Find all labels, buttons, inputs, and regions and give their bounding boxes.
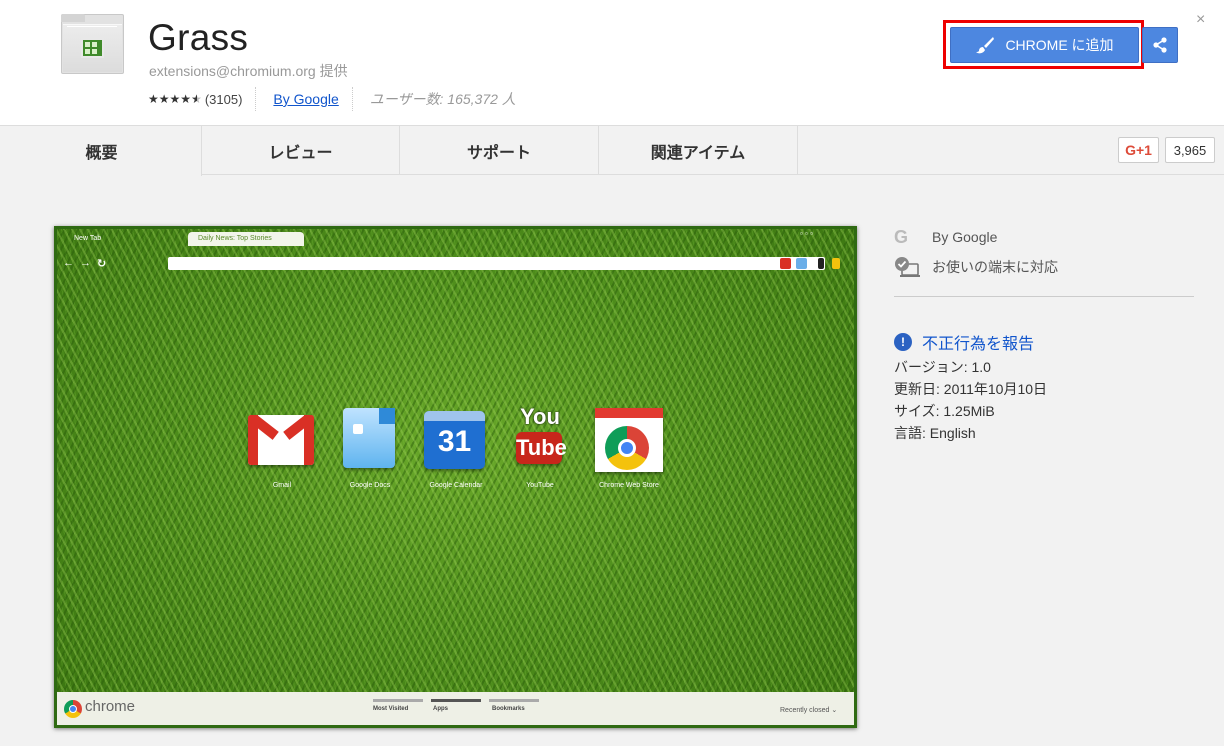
version-info: バージョン: 1.0 xyxy=(894,359,991,375)
report-abuse-link[interactable]: ! 不正行為を報告 xyxy=(894,330,1034,354)
by-google-link[interactable]: By Google xyxy=(273,91,338,107)
alert-icon: ! xyxy=(894,333,912,351)
gmail-mini-icon xyxy=(780,258,791,269)
gplus-count: 3,965 xyxy=(1165,137,1215,163)
ntp-footer: chrome Most Visited Apps Bookmarks Recen… xyxy=(57,692,854,725)
star-icon: ★ xyxy=(169,92,181,106)
star-icon: ★ xyxy=(158,92,170,106)
size-info: サイズ: 1.25MiB xyxy=(894,403,995,419)
recently-closed: Recently closed ⌄ xyxy=(780,707,838,714)
reload-icon: ↻ xyxy=(97,258,107,270)
app-label: Google Docs xyxy=(349,482,391,489)
add-button-label: CHROME に追加 xyxy=(1005,37,1114,53)
divider xyxy=(351,87,353,111)
app-label: YouTube xyxy=(526,482,554,489)
developer-name: By Google xyxy=(932,229,998,245)
close-icon[interactable]: × xyxy=(1196,11,1205,29)
browser-tab: New Tab xyxy=(74,235,102,242)
updated-info: 更新日: 2011年10月10日 xyxy=(894,381,1048,397)
theme-screenshot[interactable]: New Tab Daily News: Top Stories ▫ ▫ ▫ ← … xyxy=(54,226,857,728)
gplus-button[interactable]: G+1 xyxy=(1118,137,1159,163)
forward-icon: → xyxy=(80,257,91,269)
user-count: ユーザー数: 165,372 人 xyxy=(369,91,516,107)
grass-background xyxy=(57,229,854,725)
window-controls-icon: ▫ ▫ ▫ xyxy=(800,229,813,238)
divider xyxy=(255,87,257,111)
app-label: Google Calendar xyxy=(429,482,483,489)
store-page: Grass extensions@chromium.org 提供 ★ ★ ★ ★… xyxy=(0,0,1224,746)
app-label: Chrome Web Store xyxy=(599,482,659,489)
youtube-icon: You Tube xyxy=(514,404,567,468)
calendar-icon: 31 xyxy=(424,411,485,469)
chrome-logo-icon xyxy=(64,700,82,718)
ext-mini-icon xyxy=(818,258,824,269)
language-info: 言語: English xyxy=(894,425,976,441)
tab-support[interactable]: サポート xyxy=(400,126,599,175)
ntp-tab: Apps xyxy=(433,706,448,712)
extension-icon xyxy=(61,14,124,74)
ext-mini-icon xyxy=(796,258,807,269)
brush-icon xyxy=(976,37,995,54)
google-g-icon: G xyxy=(894,227,909,247)
gmail-icon xyxy=(248,415,314,465)
app-label: Gmail xyxy=(272,482,292,489)
add-to-chrome-button[interactable]: CHROME に追加 xyxy=(950,27,1139,63)
web-store-icon xyxy=(593,402,665,474)
extension-title: Grass xyxy=(148,17,249,58)
star-icon: ★ xyxy=(148,92,159,106)
ntp-tab: Bookmarks xyxy=(492,706,525,712)
star-rating[interactable]: ★ ★ ★ ★ ★ xyxy=(148,93,202,105)
detail-header: Grass extensions@chromium.org 提供 ★ ★ ★ ★… xyxy=(0,0,1224,126)
compat-text: お使いの端末に対応 xyxy=(932,259,1058,275)
developer-row: G By Google xyxy=(894,228,997,246)
provider-text: extensions@chromium.org 提供 xyxy=(149,63,348,79)
back-icon: ← xyxy=(63,257,74,269)
chrome-wordmark: chrome xyxy=(85,698,136,715)
browser-tab-active: Daily News: Top Stories xyxy=(188,232,304,246)
docs-icon xyxy=(343,408,395,468)
ntp-tab: Most Visited xyxy=(373,706,409,712)
half-star-icon: ★ xyxy=(191,92,202,106)
wrench-icon xyxy=(832,258,840,269)
omnibox xyxy=(168,257,825,270)
share-button[interactable] xyxy=(1142,27,1178,63)
star-icon: ★ xyxy=(180,92,192,106)
device-compatible-icon xyxy=(894,256,920,278)
compat-row: お使いの端末に対応 xyxy=(894,256,1058,278)
rating-count[interactable]: (3105) xyxy=(205,92,243,107)
rating-row: ★ ★ ★ ★ ★ (3105) By Google ユーザー数: 165,37… xyxy=(148,87,516,111)
divider xyxy=(894,296,1194,297)
tab-reviews[interactable]: レビュー xyxy=(202,126,400,175)
tab-related[interactable]: 関連アイテム xyxy=(599,126,798,175)
detail-tabs: 概要 レビュー サポート 関連アイテム xyxy=(2,126,1224,176)
tab-overview[interactable]: 概要 xyxy=(2,126,202,176)
share-icon xyxy=(1153,37,1167,53)
